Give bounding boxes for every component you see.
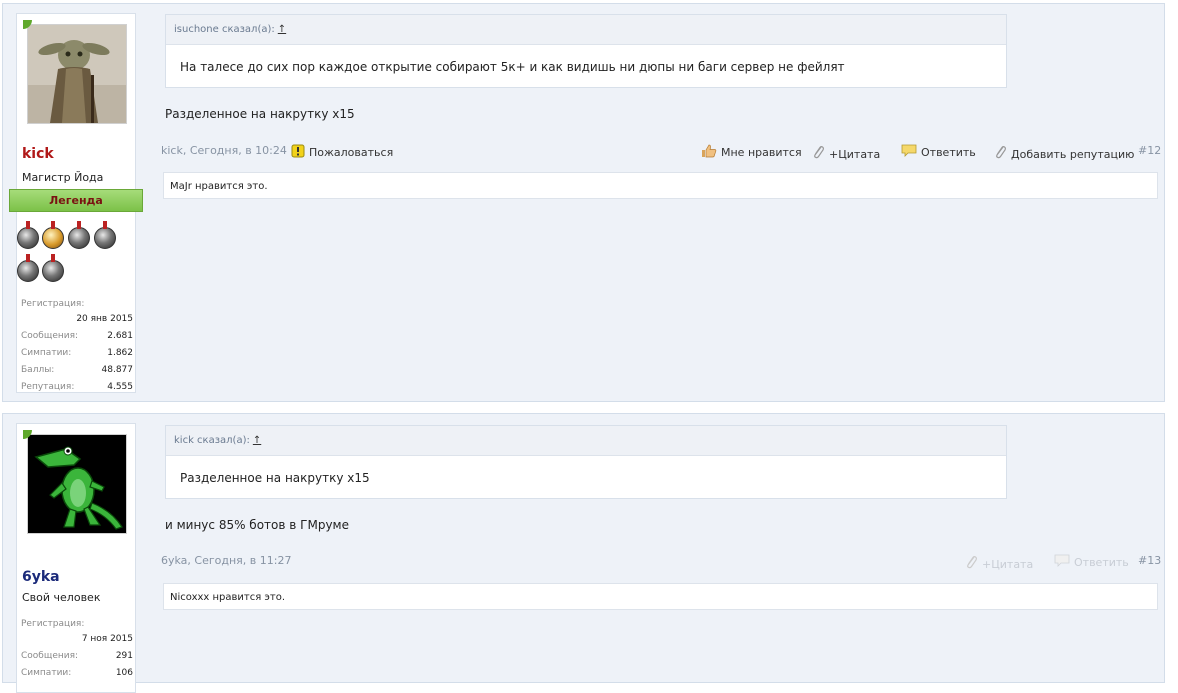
registration-label: Регистрация: (21, 619, 85, 629)
user-info-panel: 6yka Свой человек Регистрация: 7 ноя 201… (16, 423, 136, 693)
username[interactable]: kick (22, 146, 54, 162)
quote-block: isuchone сказал(а): ↑ На талесе до сих по… (165, 14, 1007, 88)
add-reputation-label: Добавить репутацию (1011, 148, 1135, 161)
post-meta-bar: kick, Сегодня, в 10:24 Пожаловаться Мне … (161, 144, 1161, 162)
quote-source-link[interactable]: ↑ (278, 24, 286, 35)
likes-label: Симпатии: (21, 348, 72, 358)
user-stats: Регистрация: 7 ноя 2015 Сообщения: 291 С… (21, 619, 133, 685)
user-stats: Регистрация: 20 янв 2015 Сообщения: 2.68… (21, 299, 133, 399)
quote-label: +Цитата (982, 558, 1034, 571)
post-number[interactable]: #13 (1138, 554, 1161, 567)
reply-label: Ответить (1074, 556, 1129, 569)
likes-value: 106 (115, 668, 133, 678)
message-text: и минус 85% ботов в ГМруме (165, 518, 349, 532)
messages-value[interactable]: 2.681 (107, 331, 133, 341)
quote-label: +Цитата (829, 148, 881, 161)
thumbs-up-icon (702, 144, 717, 158)
quote-block: kick сказал(а): ↑ Разделенное на накрутку… (165, 425, 1007, 499)
like-button[interactable]: Мне нравится (701, 144, 802, 159)
medal-icon[interactable] (42, 221, 64, 249)
quote-text: Разделенное на накрутку х15 (180, 471, 370, 485)
medal-icon[interactable] (42, 254, 64, 282)
reply-button[interactable]: Ответить (1054, 554, 1129, 569)
report-link[interactable]: Пожаловаться (291, 144, 393, 159)
speech-bubble-icon (1054, 554, 1070, 567)
registration-date: 20 янв 2015 (76, 314, 133, 324)
quote-button[interactable]: +Цитата (811, 144, 880, 161)
forum-post: kick Магистр Йода Легенда Регистрация: 2… (2, 3, 1165, 402)
user-info-panel: kick Магистр Йода Легенда Регистрация: 2… (9, 13, 143, 393)
forum-post: 6yka Свой человек Регистрация: 7 ноя 201… (2, 413, 1165, 693)
speech-bubble-icon (901, 144, 917, 157)
quote-header: isuchone сказал(а): ↑ (166, 15, 1006, 45)
quote-author: isuchone сказал(а): (174, 24, 275, 35)
medal-icon[interactable] (94, 221, 116, 249)
rank-badge: Легенда (9, 189, 143, 212)
paperclip-icon (814, 146, 824, 159)
registration-label: Регистрация: (21, 299, 85, 309)
quote-header: kick сказал(а): ↑ (166, 426, 1006, 456)
paperclip-icon (996, 146, 1006, 159)
likes-summary: MaJr нравится это. (163, 172, 1158, 199)
quote-source-link[interactable]: ↑ (253, 435, 261, 446)
user-title: Магистр Йода (22, 171, 104, 184)
message-text: Разделенное на накрутку х15 (165, 107, 355, 121)
reply-label: Ответить (921, 146, 976, 159)
messages-label: Сообщения: (21, 651, 79, 661)
paperclip-icon (967, 556, 977, 569)
yoda-avatar-icon (28, 25, 126, 123)
likes-value: 1.862 (107, 348, 133, 358)
report-label: Пожаловаться (309, 146, 394, 159)
quote-author: kick сказал(а): (174, 435, 250, 446)
messages-value[interactable]: 291 (116, 651, 133, 661)
post-author-date[interactable]: kick, Сегодня, в 10:24 (161, 144, 287, 157)
username[interactable]: 6yka (22, 569, 60, 585)
likes-summary: Nicoxxx нравится это. (163, 583, 1158, 610)
medal-icon[interactable] (17, 254, 39, 282)
warning-icon (291, 144, 305, 158)
like-label: Мне нравится (721, 146, 802, 159)
crocodile-avatar-icon (28, 435, 126, 533)
reputation-value: 4.555 (107, 382, 133, 392)
registration-date: 7 ноя 2015 (81, 634, 133, 644)
user-avatar[interactable] (27, 434, 127, 534)
medal-icon[interactable] (17, 221, 39, 249)
post-author-date[interactable]: 6yka, Сегодня, в 11:27 (161, 554, 291, 567)
reputation-label: Репутация: (21, 382, 75, 392)
post-meta-bar: 6yka, Сегодня, в 11:27 +Цитата Ответить … (161, 554, 1161, 572)
points-label: Баллы: (21, 365, 55, 375)
medal-icon[interactable] (68, 221, 90, 249)
likes-label: Симпатии: (21, 668, 72, 678)
post-number[interactable]: #12 (1138, 144, 1161, 157)
quote-button[interactable]: +Цитата (964, 554, 1033, 571)
user-title: Свой человек (22, 591, 101, 604)
messages-label: Сообщения: (21, 331, 79, 341)
reply-button[interactable]: Ответить (901, 144, 976, 159)
points-value[interactable]: 48.877 (102, 365, 134, 375)
quote-text: На талесе до сих пор каждое открытие соб… (180, 60, 845, 74)
add-reputation-button[interactable]: Добавить репутацию (993, 144, 1134, 161)
user-avatar[interactable] (27, 24, 127, 124)
